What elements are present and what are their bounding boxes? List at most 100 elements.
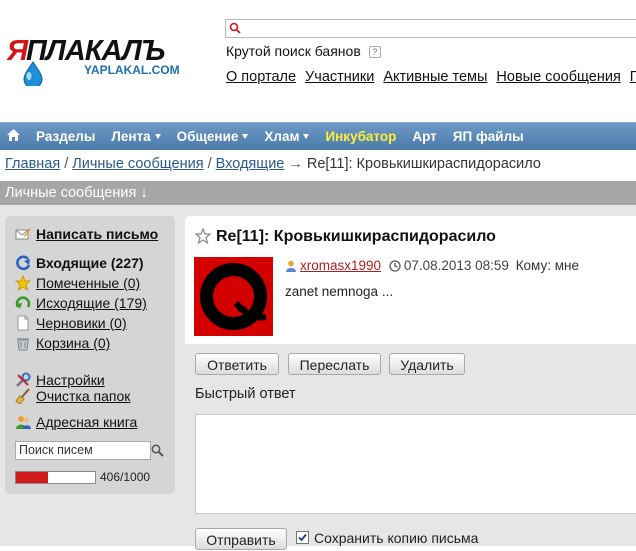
quick-reply-label: Быстрый ответ — [195, 386, 296, 402]
breadcrumb-arrow: → — [288, 156, 303, 172]
search-hint: Крутой поиск баянов? — [226, 43, 381, 59]
help-icon[interactable]: ? — [368, 46, 381, 58]
quick-reply-textarea[interactable] — [195, 414, 636, 514]
folder-trash-label[interactable]: Корзина (0) — [36, 335, 110, 351]
clock-icon — [389, 260, 401, 272]
breadcrumb-inbox[interactable]: Входящие — [216, 156, 285, 172]
main-nav: Разделы Лента Общение Хлам Инкубатор Арт ЯП фа… — [0, 122, 636, 150]
nav-item-3[interactable]: Хлам — [264, 129, 310, 144]
breadcrumb-home[interactable]: Главная — [5, 156, 60, 172]
nav-item-4[interactable]: Инкубатор — [325, 129, 396, 144]
send-button[interactable]: Отправить — [195, 528, 287, 550]
user-icon — [286, 260, 296, 272]
sent-arrow-icon — [15, 296, 31, 309]
author-avatar[interactable] — [194, 257, 273, 336]
trash-icon — [17, 338, 29, 351]
clean-folders-row[interactable]: Очистка папок — [15, 388, 130, 404]
top-link-members[interactable]: Участники — [305, 69, 374, 85]
nav-item-label[interactable]: ЯП файлы — [453, 129, 524, 144]
address-book-link[interactable]: Адресная книга — [36, 414, 137, 430]
breadcrumb-sep: / — [64, 156, 69, 172]
contacts-icon — [16, 416, 31, 429]
section-title[interactable]: Личные сообщения ↓ — [5, 185, 148, 201]
top-links: О портале Участники Активные темы Новые соо… — [226, 69, 636, 85]
breadcrumb: Главная / Личные сообщения / Входящие → Re[11]… — [5, 156, 541, 172]
pm-sidebar: Написать письмо Входящие (227) Помеченны… — [5, 216, 175, 494]
nav-item-0[interactable]: Разделы — [36, 129, 95, 144]
chevron-down-icon[interactable] — [242, 134, 249, 139]
message-card: Re[11]: Кровькишкираспидорасило xromasx1… — [185, 216, 636, 344]
compose-icon — [15, 228, 31, 240]
folder-drafts-label[interactable]: Черновики (0) — [36, 315, 127, 331]
forward-button[interactable]: Переслать — [288, 353, 381, 375]
save-copy-label[interactable]: Сохранить копию письма — [314, 530, 478, 546]
nav-item-label[interactable]: Общение — [177, 129, 239, 144]
nav-item-label[interactable]: Арт — [412, 129, 436, 144]
settings-row[interactable]: Настройки — [15, 372, 105, 388]
nav-items: Разделы Лента Общение Хлам Инкубатор Арт ЯП фа… — [36, 128, 540, 144]
compose-row[interactable]: Написать письмо — [15, 226, 158, 242]
nav-item-label[interactable]: Хлам — [264, 129, 299, 144]
folder-starred-label[interactable]: Помеченные (0) — [36, 275, 140, 291]
folder-inbox-label[interactable]: Входящие (227) — [36, 255, 144, 271]
section-title-bar[interactable]: Личные сообщения ↓ — [0, 181, 636, 205]
settings-link[interactable]: Настройки — [36, 372, 105, 388]
site-search-input[interactable] — [244, 20, 636, 35]
breadcrumb-sep: / — [207, 156, 212, 172]
save-copy-option[interactable]: Сохранить копию письма — [296, 530, 478, 546]
reply-button[interactable]: Ответить — [195, 353, 279, 375]
logo-sub: YAPLAKAL.COM — [84, 63, 180, 77]
clean-folders-link[interactable]: Очистка папок — [36, 388, 130, 404]
mailbox-quota-text: 406/1000 — [100, 470, 151, 484]
message-title: Re[11]: Кровькишкираспидорасило — [216, 228, 496, 245]
save-copy-checkbox[interactable] — [296, 531, 309, 544]
breadcrumb-pm[interactable]: Личные сообщения — [72, 156, 203, 172]
address-book-row[interactable]: Адресная книга — [15, 414, 137, 430]
mail-search-icon[interactable] — [151, 444, 164, 457]
nav-item-label[interactable]: Лента — [111, 129, 150, 144]
compose-link[interactable]: Написать письмо — [36, 226, 158, 242]
mail-search-input[interactable]: Поиск писем — [15, 441, 151, 460]
checkmark-icon — [298, 533, 307, 542]
nav-item-label[interactable]: Разделы — [36, 129, 95, 144]
folder-drafts[interactable]: Черновики (0) — [15, 315, 127, 331]
message-meta: xromasx1990 07.08.2013 08:59 Кому: мне — [285, 258, 579, 273]
home-icon[interactable] — [7, 129, 20, 141]
breadcrumb-current: Re[11]: Кровькишкираспидорасило — [306, 156, 541, 172]
folder-sent[interactable]: Исходящие (179) — [15, 295, 147, 311]
delete-button[interactable]: Удалить — [389, 353, 465, 375]
settings-tools-icon — [16, 372, 31, 387]
site-logo-graphic: Я ПЛАКАЛЪ YAPLAKAL.COM — [6, 35, 180, 89]
nav-item-label[interactable]: Инкубатор — [325, 129, 396, 144]
star-outline-icon[interactable] — [194, 227, 212, 245]
folder-trash[interactable]: Корзина (0) — [15, 335, 110, 351]
message-recipient: Кому: мне — [515, 258, 579, 273]
inbox-arrow-icon — [16, 255, 31, 271]
top-link-active-topics[interactable]: Активные темы — [383, 69, 487, 85]
broom-icon — [15, 388, 30, 404]
nav-item-1[interactable]: Лента — [111, 129, 161, 144]
nav-item-6[interactable]: ЯП файлы — [453, 129, 524, 144]
nav-item-2[interactable]: Общение — [177, 129, 249, 144]
search-icon — [229, 22, 241, 34]
avatar-image — [194, 257, 273, 336]
top-link-more[interactable]: По — [630, 69, 636, 85]
star-icon — [15, 275, 31, 291]
folder-starred[interactable]: Помеченные (0) — [15, 275, 140, 291]
site-search-box[interactable] — [225, 19, 636, 38]
draft-page-icon — [17, 315, 29, 331]
site-header: Я ПЛАКАЛЪ YAPLAKAL.COM Крутой поиск баян… — [0, 0, 636, 122]
author-link[interactable]: xromasx1990 — [300, 258, 381, 273]
chevron-down-icon[interactable] — [154, 134, 161, 139]
folder-sent-label[interactable]: Исходящие (179) — [36, 295, 147, 311]
message-title-row: Re[11]: Кровькишкираспидорасило — [194, 227, 496, 246]
site-logo[interactable]: Я ПЛАКАЛЪ YAPLAKAL.COM — [6, 34, 206, 89]
folder-inbox[interactable]: Входящие (227) — [15, 255, 144, 271]
nav-item-5[interactable]: Арт — [412, 129, 436, 144]
message-body: zanet nemnoga ... — [285, 284, 394, 299]
mailbox-quota-fill — [16, 472, 49, 483]
top-link-about[interactable]: О портале — [226, 69, 296, 85]
top-link-new-posts[interactable]: Новые сообщения — [496, 69, 620, 85]
search-hint-text[interactable]: Крутой поиск баянов — [226, 43, 361, 59]
chevron-down-icon[interactable] — [303, 134, 310, 139]
